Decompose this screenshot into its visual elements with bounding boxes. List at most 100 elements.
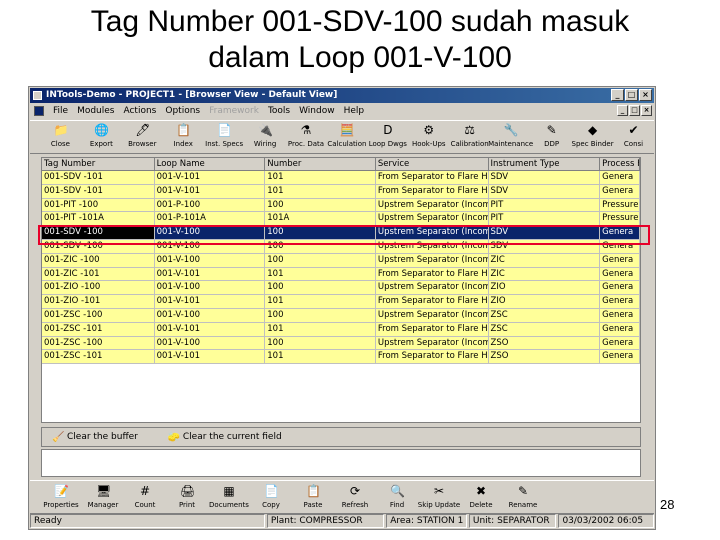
table-cell[interactable]: From Separator to Flare He xyxy=(376,322,489,336)
table-cell[interactable]: From Separator to Flare Ho xyxy=(376,171,489,184)
menu-actions[interactable]: Actions xyxy=(123,106,156,116)
table-cell[interactable]: Pressure xyxy=(600,212,640,226)
wiring-button[interactable]: 🔌 Wiring xyxy=(245,121,286,153)
table-cell[interactable]: 001-P-101A xyxy=(155,212,266,226)
table-cell[interactable]: Upstrem Separator (Incomii xyxy=(376,308,489,322)
menu-window[interactable]: Window xyxy=(299,106,335,116)
table-row[interactable]: 001-ZSC -101 001-V-101 101 From Separator t… xyxy=(42,322,640,337)
table-cell[interactable]: Upstrem Separator (Incomii xyxy=(376,198,489,212)
proc-data-button[interactable]: ⚗ Proc. Data xyxy=(286,121,327,153)
calibration-button[interactable]: ⚖ Calibration xyxy=(449,121,490,153)
table-cell[interactable]: Upstrem Separator (Incomii xyxy=(376,336,489,350)
refresh-button[interactable]: ⟳ Refresh xyxy=(334,481,376,513)
calculation-button[interactable]: 🧮 Calculation xyxy=(326,121,367,153)
table-cell[interactable]: 100 xyxy=(265,198,376,212)
table-cell[interactable]: ZSO xyxy=(489,336,601,350)
export-button[interactable]: 🌐 Export xyxy=(81,121,122,153)
table-cell[interactable]: 001-ZSC -100 xyxy=(42,336,155,350)
table-cell[interactable]: Genera xyxy=(600,336,640,350)
table-cell[interactable]: 001-ZSC -100 xyxy=(42,308,155,322)
table-cell[interactable]: PIT xyxy=(489,198,601,212)
menu-modules[interactable]: Modules xyxy=(77,106,114,116)
table-row[interactable]: 001-ZSC -101 001-V-101 101 From Separator t… xyxy=(42,350,640,365)
skip-update-button[interactable]: ✂ Skip Update xyxy=(418,481,460,513)
table-cell[interactable]: Pressure xyxy=(600,198,640,212)
table-cell[interactable]: 001-V-100 xyxy=(155,336,266,350)
restore-child-button[interactable]: □ xyxy=(629,105,640,116)
table-cell[interactable]: 101 xyxy=(265,295,376,308)
column-header[interactable]: Loop Name xyxy=(154,158,266,171)
find-button[interactable]: 🔍 Find xyxy=(376,481,418,513)
table-cell[interactable]: Upstrem Separator (Incomii xyxy=(376,253,489,267)
copy-button[interactable]: 📄 Copy xyxy=(250,481,292,513)
index-button[interactable]: 📋 Index xyxy=(163,121,204,153)
close-child-button[interactable]: × xyxy=(641,105,652,116)
table-cell[interactable]: 001-V-101 xyxy=(155,322,266,336)
table-cell[interactable]: 001-V-100 xyxy=(155,253,266,267)
table-cell[interactable]: SDV xyxy=(489,171,601,184)
table-cell[interactable]: 001-ZIC -100 xyxy=(42,253,155,267)
count-button[interactable]: # Count xyxy=(124,481,166,513)
column-header[interactable]: Process F xyxy=(600,158,640,171)
table-cell[interactable]: 100 xyxy=(265,336,376,350)
table-cell[interactable]: 001-ZIO -101 xyxy=(42,295,155,308)
maintenance-button[interactable]: 🔧 Maintenance xyxy=(488,121,533,153)
table-row[interactable]: 001-ZIC -100 001-V-100 100 Upstrem Separato… xyxy=(42,253,640,268)
table-cell[interactable]: Genera xyxy=(600,295,640,308)
clear-field-button[interactable]: 🧽 Clear the current field xyxy=(168,432,282,443)
maximize-button[interactable]: □ xyxy=(625,89,638,101)
rename-button[interactable]: ✎ Rename xyxy=(502,481,544,513)
table-cell[interactable]: ZIO xyxy=(489,281,601,295)
table-cell[interactable]: 001-V-101 xyxy=(155,350,266,364)
table-cell[interactable]: 101 xyxy=(265,171,376,184)
table-cell[interactable]: From Separator to Flare Ho xyxy=(376,295,489,308)
spec-binder-button[interactable]: ◆ Spec Binder xyxy=(572,121,614,153)
table-row[interactable]: 001-SDV -101 001-V-101 101 From Separator t… xyxy=(42,184,640,199)
table-row[interactable]: 001-SDV -101 001-V-101 101 From Separator t… xyxy=(42,171,640,185)
table-cell[interactable]: Genera xyxy=(600,171,640,184)
close-button[interactable]: 📁 Close xyxy=(40,121,81,153)
table-cell[interactable]: Genera xyxy=(600,350,640,364)
browser-button[interactable]: 🖊 Browser xyxy=(122,121,163,153)
table-cell[interactable]: 001-ZIC -101 xyxy=(42,267,155,281)
table-cell[interactable]: 001-P-100 xyxy=(155,198,266,212)
table-cell[interactable]: PIT xyxy=(489,212,601,226)
ddp-button[interactable]: ✎ DDP xyxy=(531,121,572,153)
table-cell[interactable]: Genera xyxy=(600,322,640,336)
table-cell[interactable]: 001-V-101 xyxy=(155,184,266,198)
column-header[interactable]: Instrument Type xyxy=(488,158,601,171)
table-cell[interactable]: 100 xyxy=(265,308,376,322)
inst-specs-button[interactable]: 📄 Inst. Specs xyxy=(204,121,245,153)
table-cell[interactable]: Genera xyxy=(600,253,640,267)
table-cell[interactable]: 001-V-101 xyxy=(155,295,266,308)
clear-buffer-button[interactable]: 🧹 Clear the buffer xyxy=(52,432,138,443)
menu-help[interactable]: Help xyxy=(344,106,365,116)
minimize-button[interactable]: _ xyxy=(611,89,624,101)
table-row[interactable]: 001-ZSC -100 001-V-100 100 Upstrem Separato… xyxy=(42,336,640,351)
menu-options[interactable]: Options xyxy=(165,106,200,116)
documents-button[interactable]: ▦ Documents xyxy=(208,481,250,513)
table-cell[interactable]: SDV xyxy=(489,184,601,198)
table-cell[interactable]: ZSO xyxy=(489,350,601,364)
close-button[interactable]: × xyxy=(639,89,652,101)
table-row[interactable]: 001-ZSC -100 001-V-100 100 Upstrem Separato… xyxy=(42,308,640,323)
table-cell[interactable]: Genera xyxy=(600,281,640,295)
delete-button[interactable]: ✖ Delete xyxy=(460,481,502,513)
table-cell[interactable]: ZSC xyxy=(489,308,601,322)
column-header[interactable]: Tag Number xyxy=(42,158,155,171)
table-cell[interactable]: 100 xyxy=(265,281,376,295)
loop-dwgs-button[interactable]: D Loop Dwgs xyxy=(367,121,408,153)
table-cell[interactable]: 001-SDV -101 xyxy=(42,171,155,184)
table-row[interactable]: 001-ZIO -100 001-V-100 100 Upstrem Separato… xyxy=(42,281,640,296)
table-cell[interactable]: 001-ZSC -101 xyxy=(42,350,155,364)
table-cell[interactable]: 001-ZSC -101 xyxy=(42,322,155,336)
table-cell[interactable]: Genera xyxy=(600,308,640,322)
table-cell[interactable]: From Separator to Flare He xyxy=(376,267,489,281)
table-cell[interactable]: ZIO xyxy=(489,295,601,308)
table-cell[interactable]: 001-V-101 xyxy=(155,267,266,281)
table-row[interactable]: 001-ZIC -101 001-V-101 101 From Separator t… xyxy=(42,267,640,282)
table-cell[interactable]: 100 xyxy=(265,253,376,267)
hook-ups-button[interactable]: ⚙ Hook-Ups xyxy=(408,121,449,153)
table-cell[interactable]: Genera xyxy=(600,184,640,198)
column-header[interactable]: Number xyxy=(265,158,376,171)
